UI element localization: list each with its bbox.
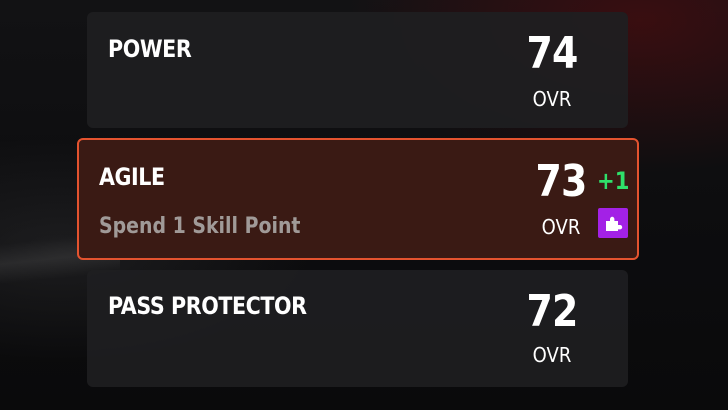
overall-label: OVR <box>532 87 572 111</box>
archetype-card-power[interactable]: POWER 74 OVR <box>87 12 628 128</box>
puzzle-piece-icon <box>598 208 628 238</box>
overall-label: OVR <box>532 343 572 367</box>
archetype-name: PASS PROTECTOR <box>108 292 307 320</box>
overall-rating: 72 <box>526 286 579 337</box>
archetype-card-agile[interactable]: AGILE Spend 1 Skill Point 73 OVR +1 <box>77 138 639 260</box>
skill-point-cost: Spend 1 Skill Point <box>99 214 301 239</box>
archetype-name: POWER <box>108 35 192 63</box>
rating-boost: +1 <box>597 167 630 195</box>
overall-rating: 73 <box>535 156 588 207</box>
archetype-card-pass-protector[interactable]: PASS PROTECTOR 72 OVR <box>87 270 628 387</box>
archetype-name: AGILE <box>99 163 165 191</box>
overall-label: OVR <box>541 215 581 239</box>
overall-rating: 74 <box>526 28 579 79</box>
